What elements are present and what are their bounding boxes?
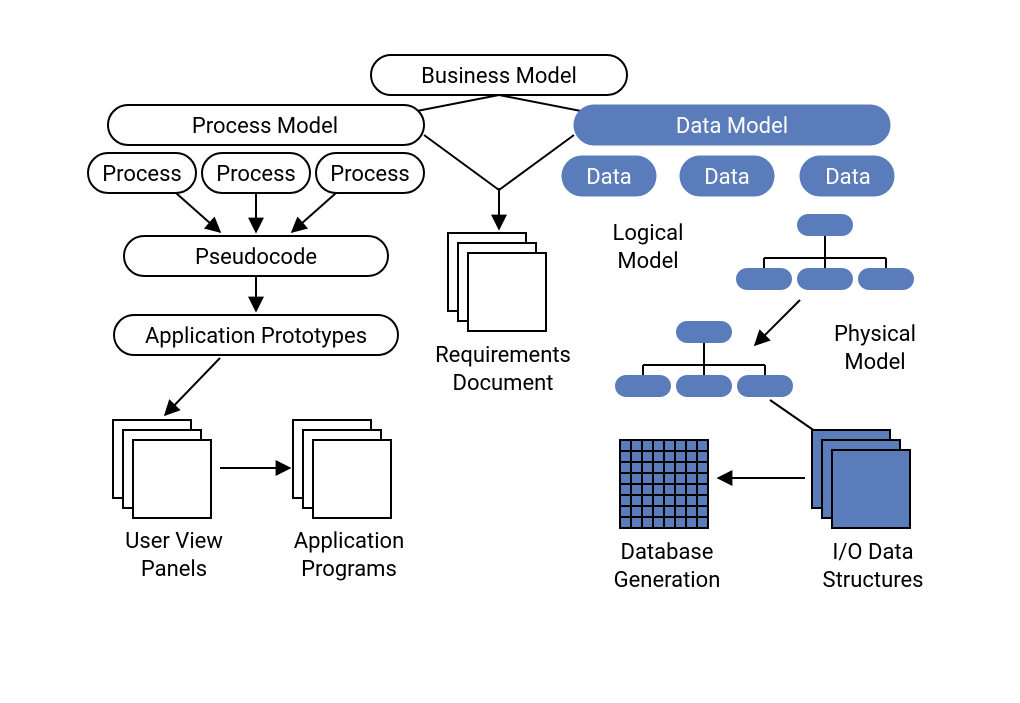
user-view-panels-label-2: Panels [141,557,207,582]
logical-model-hierarchy-icon [736,214,914,290]
user-view-panels-label-1: User View [125,529,223,554]
user-view-panels-icon [113,420,211,518]
io-data-structures-label-1: I/O Data [832,540,913,565]
physical-model-label-1: Physical [834,322,916,347]
requirements-document-icon [448,233,546,331]
diagram-root: Business Model Process Model Process Pro… [0,0,1020,703]
data-2-label: Data [704,165,750,190]
process-node-1: Process [88,153,196,193]
data-model-node: Data Model [574,105,890,145]
pseudocode-label: Pseudocode [195,245,317,270]
io-data-structures-label-2: Structures [823,568,924,593]
database-generation-label-2: Generation [614,568,721,593]
data-model-label: Data Model [676,114,788,139]
data-node-2: Data [680,156,774,196]
database-generation-icon [620,440,708,528]
data-1-label: Data [586,165,632,190]
application-programs-icon [293,420,391,518]
database-generation-label-1: Database [621,540,714,565]
process-model-node: Process Model [108,105,424,145]
data-3-label: Data [825,165,871,190]
requirements-document-label-2: Document [453,371,554,396]
application-prototypes-node: Application Prototypes [114,315,398,355]
process-model-label: Process Model [192,114,338,139]
pseudocode-node: Pseudocode [124,236,388,276]
business-model-node: Business Model [371,55,627,95]
process-2-label: Process [216,162,296,187]
application-prototypes-label: Application Prototypes [145,324,367,349]
io-data-structures-icon [812,430,910,528]
physical-model-label-2: Model [844,350,905,375]
business-model-label: Business Model [421,64,577,89]
data-node-1: Data [562,156,656,196]
data-node-3: Data [800,156,894,196]
application-programs-label-1: Application [294,529,404,554]
process-3-label: Process [330,162,410,187]
application-programs-label-2: Programs [301,557,397,582]
requirements-document-label-1: Requirements [435,343,571,368]
process-1-label: Process [102,162,182,187]
logical-model-label-1: Logical [613,221,684,246]
process-node-2: Process [202,153,310,193]
process-node-3: Process [316,153,424,193]
logical-model-label-2: Model [617,249,678,274]
